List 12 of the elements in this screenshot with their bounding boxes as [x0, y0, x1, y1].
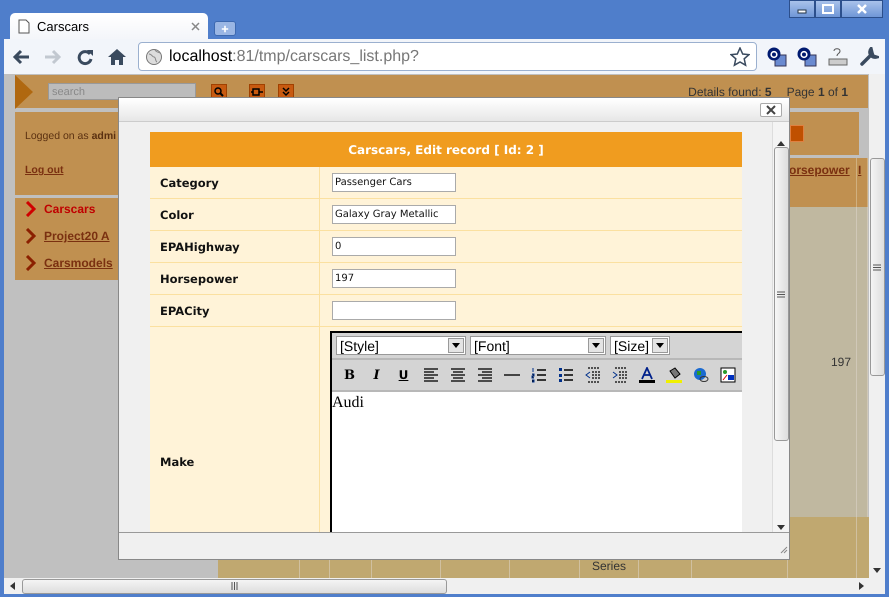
pagination-text: Page 1 of 1 — [786, 84, 848, 98]
details-count: Details found: 5 — [688, 84, 772, 98]
form-title: Carscars, Edit record [ Id: 2 ] — [150, 132, 742, 167]
field-label: Category — [160, 176, 219, 190]
logged-on-text: Logged on as admi — [25, 130, 118, 142]
table-cell: 197 — [788, 207, 857, 517]
field-label: Make — [160, 455, 194, 469]
field-label: EPAHighway — [160, 240, 240, 254]
field-label: EPACity — [160, 304, 210, 318]
field-label: Color — [160, 208, 194, 222]
editor-text: Audi — [332, 393, 365, 412]
field-label: Horsepower — [160, 272, 238, 286]
